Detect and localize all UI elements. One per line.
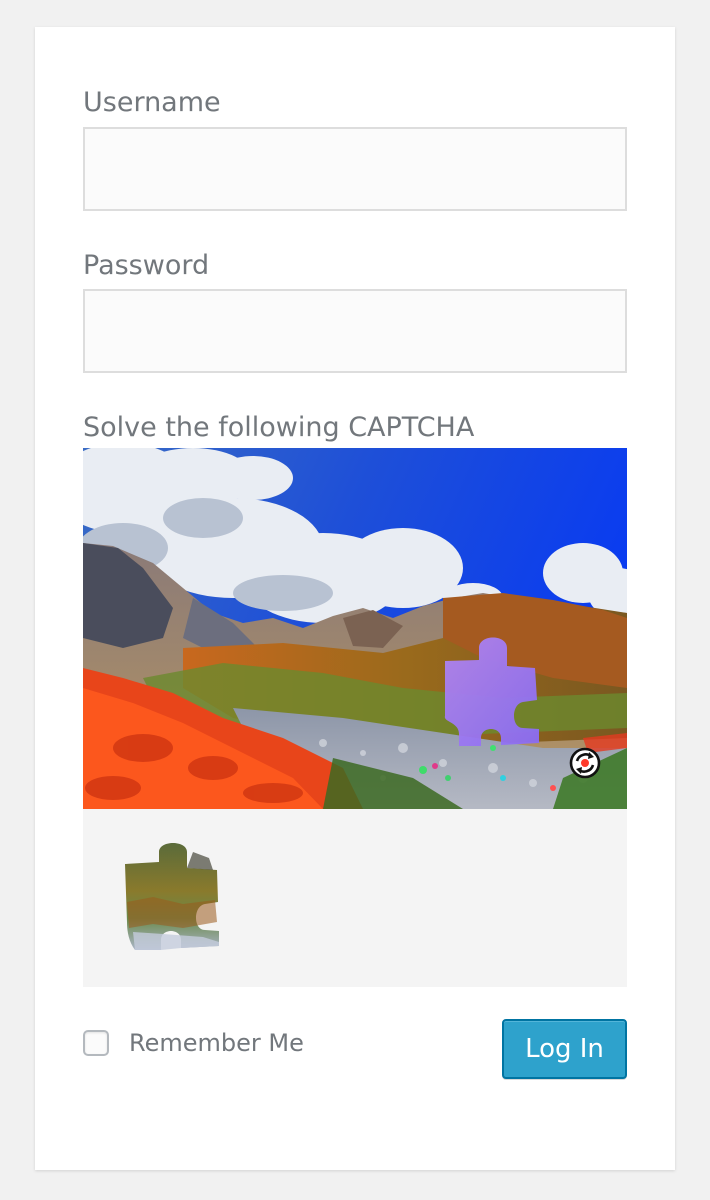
remember-me-row: Remember Me xyxy=(83,1027,304,1059)
captcha-background-image[interactable] xyxy=(83,448,627,809)
password-input[interactable] xyxy=(83,289,627,373)
login-button[interactable]: Log In xyxy=(502,1019,627,1079)
password-label: Password xyxy=(83,250,210,281)
puzzle-piece-icon[interactable] xyxy=(123,842,223,957)
captcha-piece-tray xyxy=(83,809,627,987)
remember-me-checkbox[interactable] xyxy=(83,1030,109,1056)
captcha-label: Solve the following CAPTCHA xyxy=(83,412,475,443)
username-input[interactable] xyxy=(83,127,627,211)
login-form: Username Password Solve the following CA… xyxy=(35,27,675,1170)
remember-me-label[interactable]: Remember Me xyxy=(129,1029,304,1057)
username-label: Username xyxy=(83,87,221,118)
refresh-icon[interactable] xyxy=(565,743,605,783)
